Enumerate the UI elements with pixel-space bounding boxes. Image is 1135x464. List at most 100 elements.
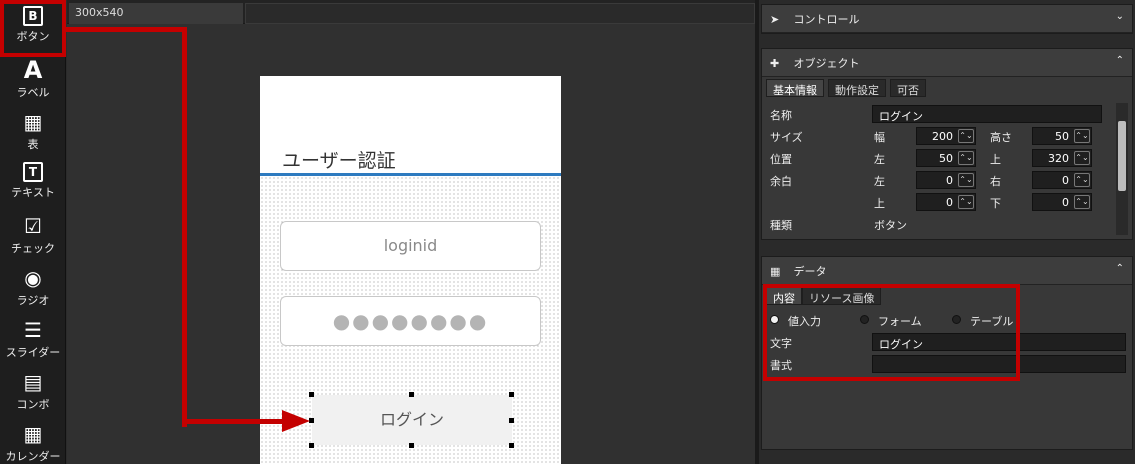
tool-text-label: テキスト: [11, 186, 55, 199]
screen-preview[interactable]: ユーザー認証 loginid ●●●●●●●● ログイン: [260, 76, 561, 464]
data-panel-header[interactable]: ▦ データ ⌃: [762, 257, 1132, 285]
margin-bottom-value: 0: [1062, 196, 1069, 209]
label-tool-icon: A: [23, 56, 43, 84]
canvas-tab-empty: [245, 3, 755, 24]
tool-calendar[interactable]: ▦ カレンダー: [0, 416, 66, 464]
tool-slider-label: スライダー: [5, 346, 61, 359]
cursor-icon: ➤: [770, 13, 780, 26]
tab-behavior[interactable]: 動作設定: [828, 79, 886, 97]
margin-top-stepper[interactable]: 0 ⌃⌄: [916, 193, 976, 211]
resize-handle[interactable]: [509, 443, 514, 448]
margin-top-value: 0: [946, 196, 953, 209]
highlight-data-panel: [763, 284, 1020, 381]
tool-radio[interactable]: ◉ ラジオ: [0, 260, 66, 312]
spinner-icon[interactable]: ⌃⌄: [1074, 195, 1090, 209]
margin-left-label: 左: [874, 175, 885, 188]
spinner-icon[interactable]: ⌃⌄: [1074, 173, 1090, 187]
top-stepper[interactable]: 320 ⌃⌄: [1032, 149, 1092, 167]
type-label: 種類: [770, 219, 792, 232]
margin-right-stepper[interactable]: 0 ⌃⌄: [1032, 171, 1092, 189]
tool-combo-label: コンボ: [16, 398, 50, 411]
tool-text[interactable]: T テキスト: [0, 156, 66, 208]
spinner-icon[interactable]: ⌃⌄: [1074, 129, 1090, 143]
text-tool-icon: T: [23, 162, 43, 182]
margin-bottom-label: 下: [990, 197, 1001, 210]
arrow-line-vertical: [182, 27, 187, 427]
table-icon: ▦: [770, 265, 781, 278]
table-tool-icon: ▦: [23, 110, 43, 134]
control-panel-title: コントロール: [793, 13, 860, 26]
object-panel-header[interactable]: ✚ オブジェクト ⌃: [762, 49, 1132, 77]
tool-check[interactable]: ☑ チェック: [0, 208, 66, 260]
scrollbar-thumb[interactable]: [1118, 121, 1126, 191]
tool-calendar-label: カレンダー: [5, 450, 61, 463]
tool-table[interactable]: ▦ 表: [0, 104, 66, 156]
password-field[interactable]: ●●●●●●●●: [280, 296, 541, 346]
top-label: 上: [990, 153, 1001, 166]
object-scrollbar[interactable]: [1116, 103, 1128, 235]
top-value: 320: [1048, 152, 1069, 165]
position-label: 位置: [770, 153, 792, 166]
combo-tool-icon: ▤: [23, 370, 43, 394]
left-value: 50: [939, 152, 953, 165]
control-panel-header[interactable]: ➤ コントロール ⌄: [762, 5, 1132, 33]
resize-handle[interactable]: [309, 443, 314, 448]
tool-combo[interactable]: ▤ コンボ: [0, 364, 66, 416]
properties-area: ➤ コントロール ⌄ ✚ オブジェクト ⌃ 基本情報 動作設定 可否 名称 ログ…: [759, 0, 1135, 464]
height-value: 50: [1055, 130, 1069, 143]
data-panel-title: データ: [793, 265, 827, 278]
object-form: 名称 ログイン サイズ 幅 200 ⌃⌄ 高さ 50 ⌃⌄ 位置 左 50 ⌃⌄ 上 …: [762, 99, 1134, 239]
puzzle-icon: ✚: [770, 57, 780, 70]
tab-basic-info[interactable]: 基本情報: [766, 79, 824, 97]
resize-handle[interactable]: [409, 392, 414, 397]
design-canvas[interactable]: 300x540 ユーザー認証 loginid ●●●●●●●● ログイン: [67, 0, 755, 464]
resize-handle[interactable]: [309, 392, 314, 397]
login-button[interactable]: ログイン: [312, 395, 512, 445]
type-value: ボタン: [874, 219, 907, 232]
chevron-up-icon[interactable]: ⌃: [1116, 263, 1124, 274]
tool-slider[interactable]: ☰ スライダー: [0, 312, 66, 364]
checkbox-tool-icon: ☑: [24, 214, 42, 238]
margin-label: 余白: [770, 175, 792, 188]
object-panel-title: オブジェクト: [793, 57, 860, 70]
loginid-field[interactable]: loginid: [280, 221, 541, 271]
margin-left-stepper[interactable]: 0 ⌃⌄: [916, 171, 976, 189]
spinner-icon[interactable]: ⌃⌄: [958, 195, 974, 209]
margin-top-label: 上: [874, 197, 885, 210]
arrow-line-horizontal-bottom: [182, 419, 282, 424]
resize-handle[interactable]: [409, 443, 414, 448]
screen-header: ユーザー認証: [260, 76, 561, 176]
canvas-tab[interactable]: 300x540: [69, 3, 243, 24]
chevron-down-icon[interactable]: ⌄: [1116, 11, 1124, 22]
margin-left-value: 0: [946, 174, 953, 187]
left-stepper[interactable]: 50 ⌃⌄: [916, 149, 976, 167]
spinner-icon[interactable]: ⌃⌄: [1074, 151, 1090, 165]
tool-label[interactable]: A ラベル: [0, 52, 66, 104]
width-label: 幅: [874, 131, 885, 144]
name-label: 名称: [770, 109, 792, 122]
margin-bottom-stepper[interactable]: 0 ⌃⌄: [1032, 193, 1092, 211]
spinner-icon[interactable]: ⌃⌄: [958, 129, 974, 143]
spinner-icon[interactable]: ⌃⌄: [958, 173, 974, 187]
resize-handle[interactable]: [509, 418, 514, 423]
canvas-tabbar: 300x540: [67, 0, 755, 24]
arrow-head-icon: [282, 410, 310, 432]
tab-availability[interactable]: 可否: [890, 79, 926, 97]
toolbox: B ボタン A ラベル ▦ 表 T テキスト ☑ チェック ◉ ラジオ ☰ スラ…: [0, 0, 66, 464]
slider-tool-icon: ☰: [24, 318, 42, 342]
name-field[interactable]: ログイン: [872, 105, 1102, 123]
chevron-up-icon[interactable]: ⌃: [1116, 55, 1124, 66]
tool-radio-label: ラジオ: [16, 294, 50, 307]
tool-label-label: ラベル: [16, 86, 50, 99]
height-stepper[interactable]: 50 ⌃⌄: [1032, 127, 1092, 145]
width-value: 200: [932, 130, 953, 143]
tool-table-label: 表: [27, 138, 39, 151]
width-stepper[interactable]: 200 ⌃⌄: [916, 127, 976, 145]
object-tabs: 基本情報 動作設定 可否: [762, 77, 1132, 97]
radio-tool-icon: ◉: [24, 266, 42, 290]
calendar-tool-icon: ▦: [23, 422, 43, 446]
resize-handle[interactable]: [509, 392, 514, 397]
spinner-icon[interactable]: ⌃⌄: [958, 151, 974, 165]
screen-title[interactable]: ユーザー認証: [282, 146, 396, 173]
margin-right-value: 0: [1062, 174, 1069, 187]
